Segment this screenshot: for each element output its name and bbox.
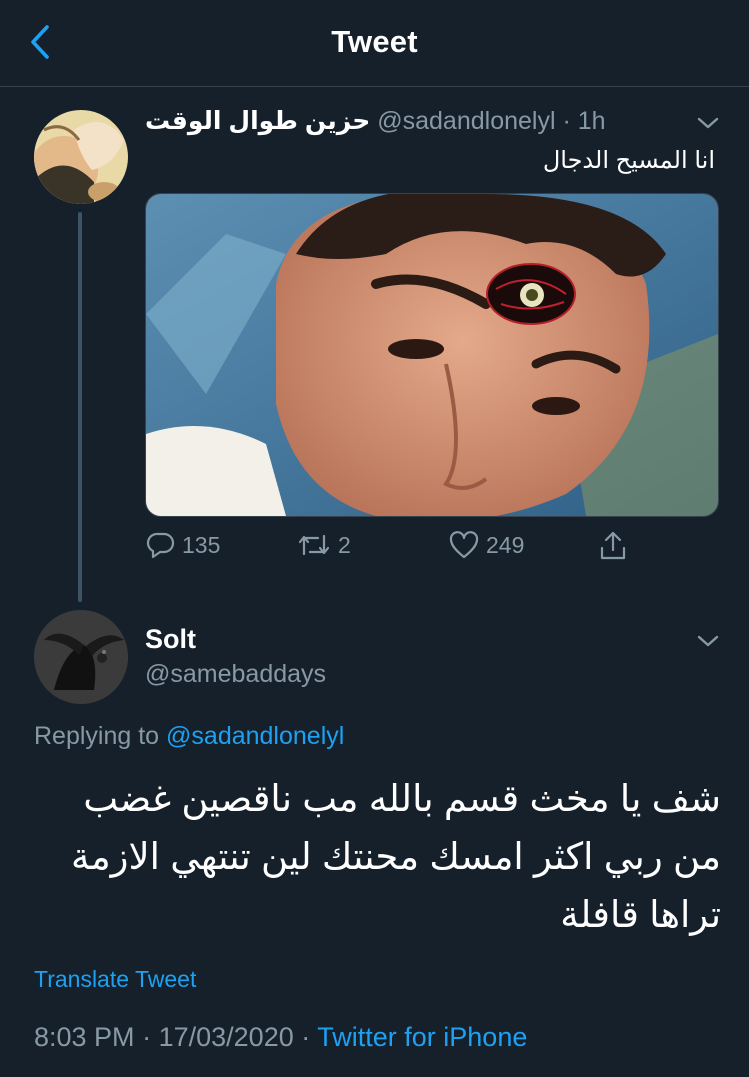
display-name[interactable]: حزين طوال الوقت xyxy=(145,107,370,135)
retweet-icon xyxy=(298,534,330,556)
like-button[interactable]: 249 xyxy=(448,530,524,560)
chevron-down-icon xyxy=(697,117,719,129)
page-title: Tweet xyxy=(331,24,418,59)
share-icon xyxy=(600,531,626,560)
tweet-time: 8:03 PM xyxy=(34,1022,135,1052)
tweet-menu-button[interactable] xyxy=(696,633,720,654)
tweet-source-link[interactable]: Twitter for iPhone xyxy=(317,1022,527,1052)
tweet-actions: 135 2 249 xyxy=(0,530,749,570)
avatar[interactable] xyxy=(34,110,128,204)
tweet-photo[interactable] xyxy=(145,193,719,517)
share-button[interactable] xyxy=(598,530,628,562)
reply-icon xyxy=(146,532,175,559)
replying-to-prefix: Replying to xyxy=(34,722,160,750)
replying-to-link[interactable]: @sadandlonelyl xyxy=(166,722,344,750)
retweet-button[interactable]: 2 xyxy=(296,530,351,560)
tweet-text: شف يا مخث قسم بالله مب ناقصين غضب من ربي… xyxy=(71,778,721,935)
separator: · xyxy=(142,1022,152,1052)
avatar[interactable] xyxy=(34,610,128,704)
retweet-count: 2 xyxy=(338,531,351,558)
tweet-meta: 8:03 PM · 17/03/2020 · Twitter for iPhon… xyxy=(34,1022,527,1053)
tweet-date: 17/03/2020 xyxy=(158,1022,294,1052)
top-bar: Tweet xyxy=(0,0,749,87)
tweet-time: 1h xyxy=(577,107,606,135)
separator: · xyxy=(301,1022,311,1052)
chevron-down-icon xyxy=(697,635,719,647)
handle[interactable]: @sadandlonelyl xyxy=(377,107,555,135)
reply-button[interactable]: 135 xyxy=(146,530,220,560)
tweet-header: حزين طوال الوقت @sadandlonelyl · 1h xyxy=(145,106,606,136)
tweet-text: انا المسيح الدجال xyxy=(542,147,715,174)
tweet-menu-button[interactable] xyxy=(696,115,720,136)
handle[interactable]: @samebaddays xyxy=(145,660,326,689)
like-count: 249 xyxy=(486,531,525,558)
replying-to: Replying to @sadandlonelyl xyxy=(34,722,344,751)
reply-count: 135 xyxy=(182,531,221,558)
heart-icon xyxy=(449,531,479,559)
display-name[interactable]: Solt xyxy=(145,624,196,655)
separator: · xyxy=(562,107,571,135)
translate-tweet-link[interactable]: Translate Tweet xyxy=(34,966,196,993)
